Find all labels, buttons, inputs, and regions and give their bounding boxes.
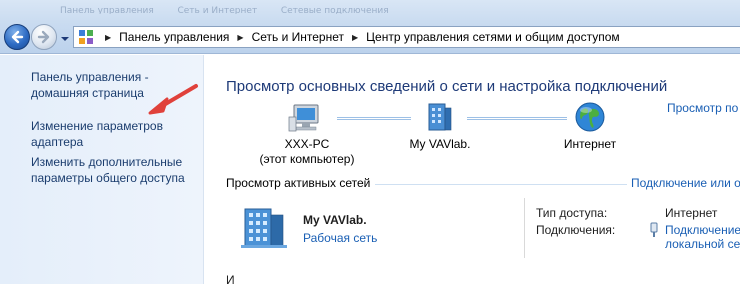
map-connection-line xyxy=(337,117,411,120)
view-full-map-link[interactable]: Просмотр по xyxy=(667,101,738,115)
next-section-header: И xyxy=(226,273,235,284)
access-type-value: Интернет xyxy=(665,206,718,220)
ethernet-icon xyxy=(650,222,658,237)
sidebar-link-line: Изменение параметров xyxy=(31,119,163,133)
main-content: Просмотр основных сведений о сети и наст… xyxy=(205,55,740,284)
sidebar-link-advanced-sharing[interactable]: Изменить дополнительные параметры общего… xyxy=(31,154,196,186)
breadcrumb-separator[interactable]: ▶ xyxy=(237,33,243,42)
network-name: My VAVlab. xyxy=(409,137,471,151)
faded-tab: Сетевые подключения xyxy=(280,6,389,14)
connect-or-disconnect-link[interactable]: Подключение или о xyxy=(631,176,740,190)
forward-button[interactable] xyxy=(31,24,57,50)
connections-label: Подключения: xyxy=(536,223,616,237)
faded-tab: Панель управления xyxy=(60,6,154,14)
recent-pages-dropdown[interactable] xyxy=(60,33,70,43)
network-icon xyxy=(428,103,452,131)
active-network-name: My VAVlab. xyxy=(303,213,367,227)
faded-tab: Сеть и Интернет xyxy=(177,6,258,14)
sidebar-link-change-adapter-settings[interactable]: Изменение параметров адаптера xyxy=(31,118,196,150)
page-title: Просмотр основных сведений о сети и наст… xyxy=(226,78,668,95)
faded-title-strip: Панель управления Сеть и Интернет Сетевы… xyxy=(60,2,660,14)
breadcrumb-separator[interactable]: ▶ xyxy=(105,33,111,42)
access-type-label: Тип доступа: xyxy=(536,206,608,220)
breadcrumb-network-center[interactable]: Центр управления сетями и общим доступом xyxy=(366,30,620,44)
connection-link-line: Подключение xyxy=(665,223,740,237)
sidebar-link-control-panel-home[interactable]: Панель управления - домашняя страница xyxy=(31,69,196,101)
control-panel-icon xyxy=(79,30,93,44)
forward-arrow-icon xyxy=(37,30,50,44)
active-networks-header: Просмотр активных сетей xyxy=(226,176,371,190)
globe-icon xyxy=(575,102,605,132)
back-arrow-icon xyxy=(11,30,24,44)
connection-link-line: локальной сет xyxy=(665,237,740,251)
connection-link[interactable]: Подключение локальной сет xyxy=(665,223,740,251)
internet-label: Интернет xyxy=(563,137,617,151)
sidebar-link-line: Изменить дополнительные xyxy=(31,155,183,169)
breadcrumb-separator[interactable]: ▶ xyxy=(352,33,358,42)
sidebar-link-line: параметры общего доступа xyxy=(31,171,185,185)
task-pane: Панель управления - домашняя страница Из… xyxy=(0,55,204,284)
breadcrumb-control-panel[interactable]: Панель управления xyxy=(119,30,229,44)
sidebar-link-line: домашняя страница xyxy=(31,86,144,100)
vertical-divider xyxy=(524,198,525,258)
map-connection-line xyxy=(467,117,567,120)
chevron-down-icon xyxy=(61,37,69,41)
computer-name: XXX-PC xyxy=(284,137,330,151)
building-network-icon xyxy=(241,208,287,248)
sidebar-link-line: Панель управления - xyxy=(31,70,149,84)
navigation-bar: Панель управления Сеть и Интернет Сетевы… xyxy=(0,0,740,54)
section-divider xyxy=(375,184,627,185)
back-button[interactable] xyxy=(4,24,30,50)
computer-icon xyxy=(288,104,319,132)
address-bar[interactable]: ▶ Панель управления ▶ Сеть и Интернет ▶ … xyxy=(73,26,740,48)
breadcrumb-network-internet[interactable]: Сеть и Интернет xyxy=(252,30,344,44)
network-type-link[interactable]: Рабочая сеть xyxy=(303,231,377,245)
computer-subtitle: (этот компьютер) xyxy=(259,152,355,166)
sidebar-link-line: адаптера xyxy=(31,135,84,149)
